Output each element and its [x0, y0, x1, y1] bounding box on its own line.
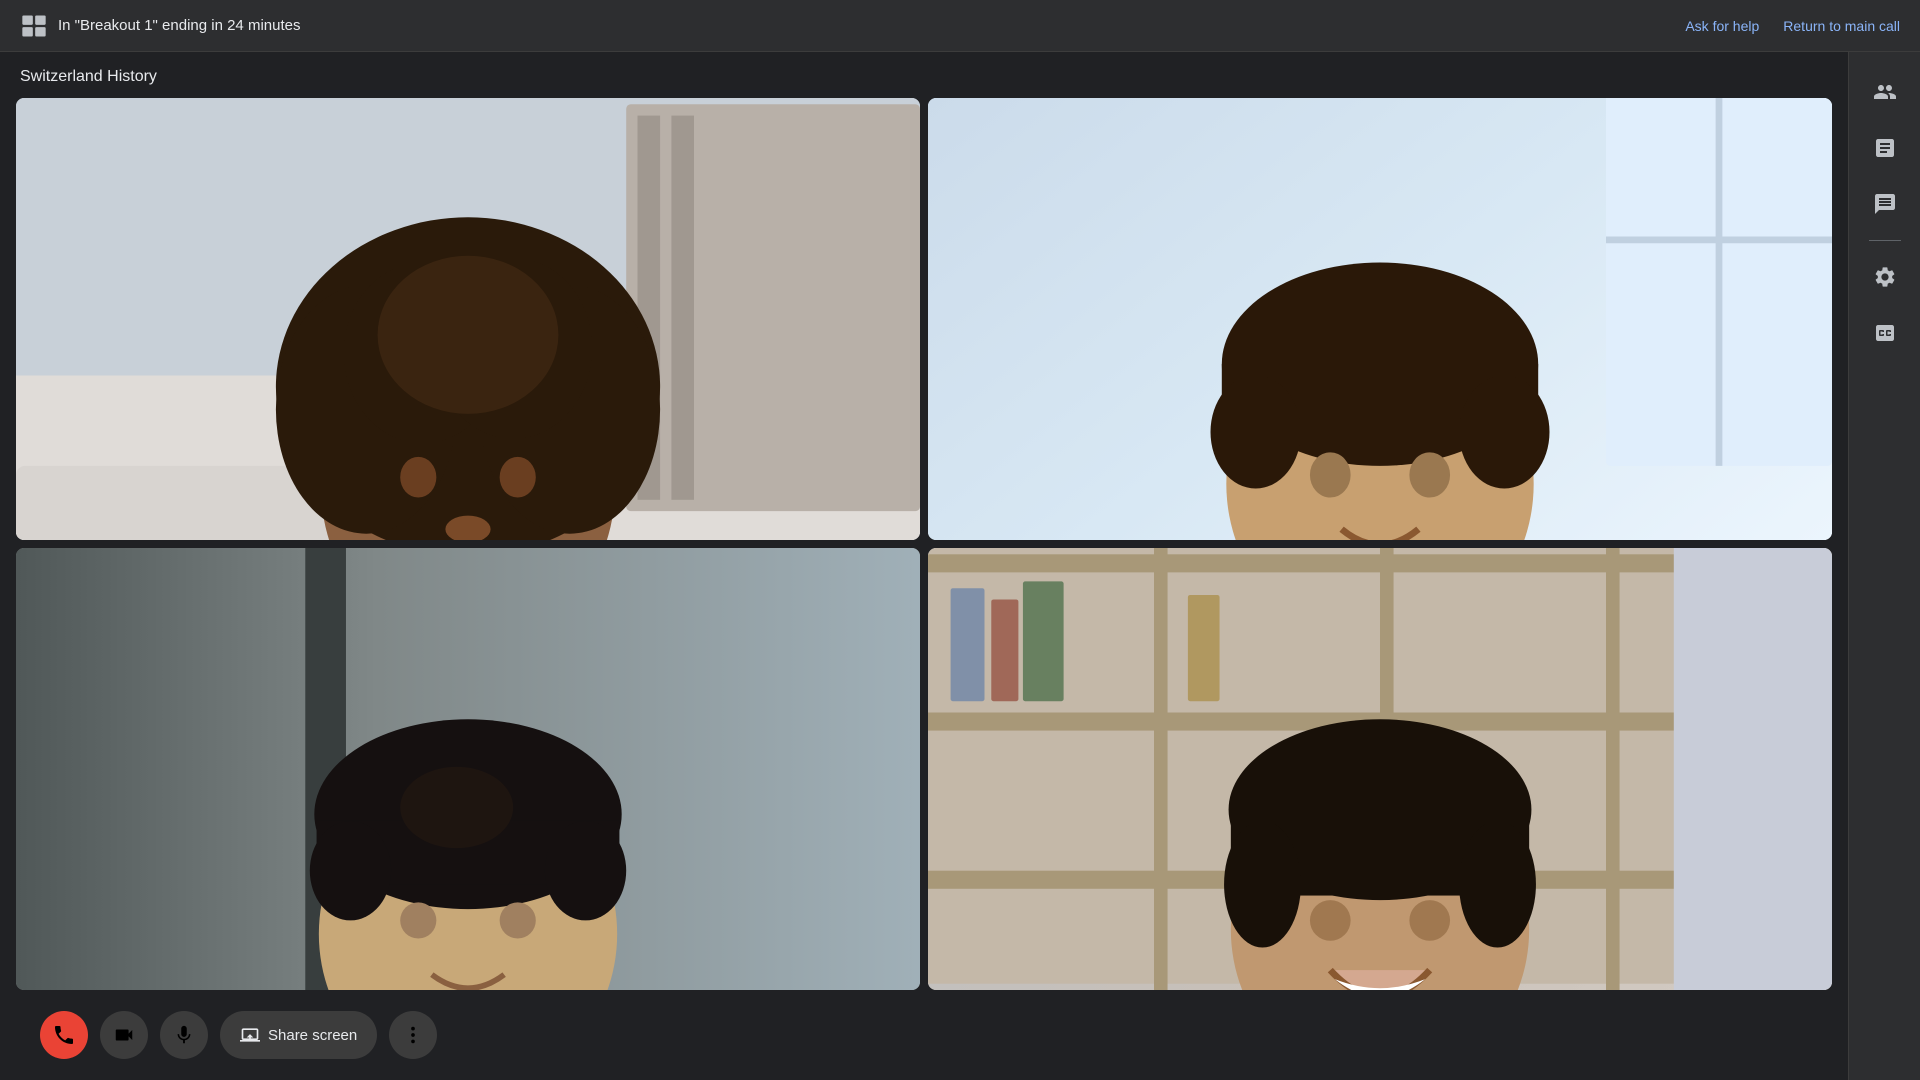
more-options-icon — [402, 1024, 424, 1046]
share-screen-button[interactable]: Share screen — [220, 1011, 377, 1059]
bottom-toolbar: Share screen — [16, 990, 1832, 1080]
captions-button[interactable] — [1861, 309, 1909, 357]
sidebar-divider — [1869, 240, 1901, 241]
settings-icon — [1873, 265, 1897, 289]
captions-icon — [1873, 321, 1897, 345]
camera-icon — [113, 1024, 135, 1046]
top-bar: In "Breakout 1" ending in 24 minutes Ask… — [0, 0, 1920, 52]
top-bar-left: In "Breakout 1" ending in 24 minutes — [20, 12, 1685, 40]
share-screen-icon — [240, 1025, 260, 1045]
video-tile-4 — [928, 548, 1832, 990]
room-title: Switzerland History — [16, 68, 1832, 86]
activities-button[interactable] — [1861, 124, 1909, 172]
end-call-icon — [52, 1023, 76, 1047]
activities-icon — [1873, 136, 1897, 160]
settings-button[interactable] — [1861, 253, 1909, 301]
end-call-button[interactable] — [40, 1011, 88, 1059]
right-sidebar — [1848, 52, 1920, 1080]
breakout-icon — [20, 12, 48, 40]
people-icon — [1873, 80, 1897, 104]
more-options-button[interactable] — [389, 1011, 437, 1059]
top-bar-right: Ask for help Return to main call — [1685, 18, 1900, 34]
chat-button[interactable] — [1861, 180, 1909, 228]
video-grid — [16, 98, 1832, 990]
share-screen-label: Share screen — [268, 1027, 357, 1044]
return-to-main-link[interactable]: Return to main call — [1783, 18, 1900, 34]
mic-button[interactable] — [160, 1011, 208, 1059]
camera-button[interactable] — [100, 1011, 148, 1059]
ask-for-help-link[interactable]: Ask for help — [1685, 18, 1759, 34]
video-tile-1 — [16, 98, 920, 540]
video-area: Switzerland History — [0, 52, 1848, 1080]
breakout-notice-text: In "Breakout 1" ending in 24 minutes — [58, 17, 300, 34]
video-tile-2 — [928, 98, 1832, 540]
people-button[interactable] — [1861, 68, 1909, 116]
mic-icon — [173, 1024, 195, 1046]
chat-icon — [1873, 192, 1897, 216]
video-tile-3 — [16, 548, 920, 990]
main-content: Switzerland History — [0, 52, 1920, 1080]
